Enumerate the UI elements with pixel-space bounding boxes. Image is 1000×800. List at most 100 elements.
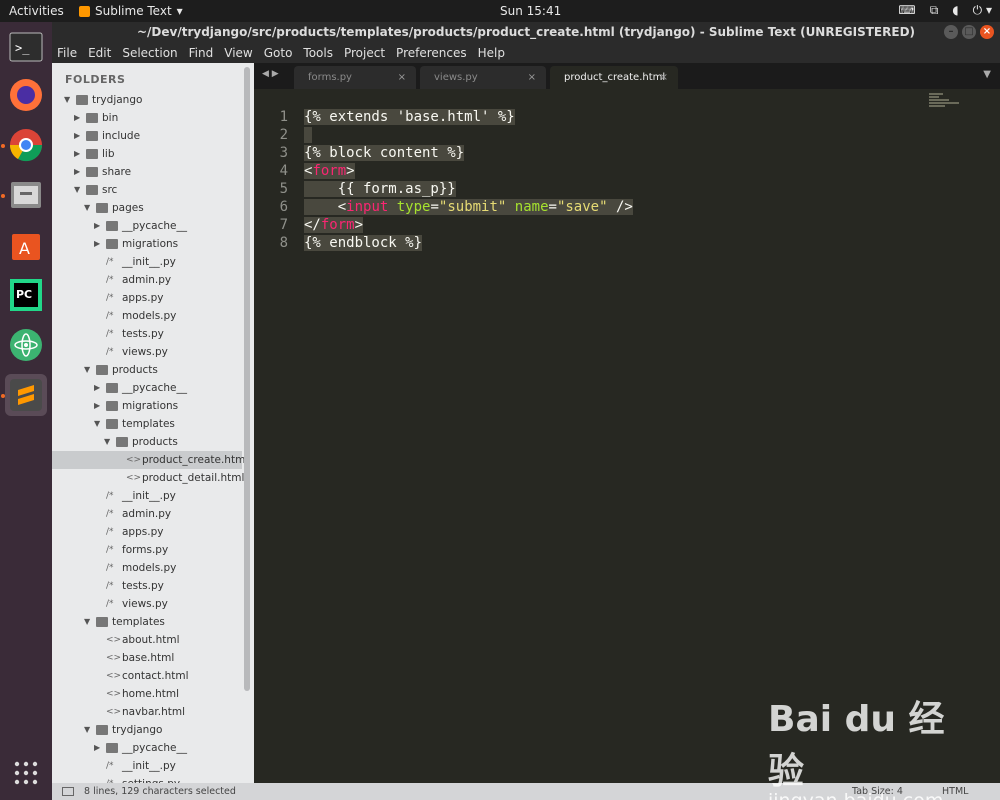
tree-folder[interactable]: ▼ products [52,361,242,379]
chevron-right-icon[interactable]: ▶ [94,397,100,415]
chevron-down-icon[interactable]: ▼ [94,415,100,433]
chevron-right-icon[interactable]: ▶ [94,739,100,757]
tree-folder[interactable]: ▶ share [52,163,242,181]
tree-folder[interactable]: ▼ pages [52,199,242,217]
tree-folder[interactable]: ▶ bin [52,109,242,127]
app-menu[interactable]: Sublime Text ▾ [79,4,183,18]
title-bar[interactable]: ~/Dev/trydjango/src/products/templates/p… [52,22,1000,43]
tree-folder[interactable]: ▶ __pycache__ [52,739,242,757]
tree-file[interactable]: /* views.py [52,343,242,361]
tree-file[interactable]: <> home.html [52,685,242,703]
tree-folder[interactable]: ▶ __pycache__ [52,379,242,397]
terminal-launcher[interactable]: >_ [5,26,47,68]
files-launcher[interactable] [5,174,47,216]
tree-file[interactable]: /* settings.py [52,775,242,783]
code-line[interactable]: <form> [304,163,355,179]
pycharm-launcher[interactable]: PC [5,274,47,316]
panel-toggle-icon[interactable] [62,787,74,796]
menu-help[interactable]: Help [478,43,505,63]
code-line[interactable]: {% block content %} [304,145,465,161]
tree-folder[interactable]: ▼ trydjango [52,91,242,109]
close-tab-icon[interactable]: × [398,66,406,89]
code-line[interactable]: </form> [304,217,364,233]
close-button[interactable]: × [980,25,994,39]
tab-product-create-html[interactable]: product_create.html × [550,66,678,89]
code-line[interactable]: {{ form.as_p}} [304,181,456,197]
atom-launcher[interactable] [5,324,47,366]
chevron-down-icon[interactable]: ▼ [104,433,110,451]
menu-tools[interactable]: Tools [303,43,333,63]
tree-file[interactable]: <> product_detail.html [52,469,244,487]
tree-file[interactable]: /* tests.py [52,325,242,343]
tree-folder[interactable]: ▶ __pycache__ [52,217,242,235]
activities-button[interactable]: Activities [9,4,64,18]
chrome-launcher[interactable] [5,124,47,166]
chevron-right-icon[interactable]: ▶ [94,217,100,235]
menu-selection[interactable]: Selection [122,43,177,63]
tree-folder[interactable]: ▼ templates [52,613,242,631]
chevron-down-icon[interactable]: ▼ [84,199,90,217]
code-line[interactable]: {% extends 'base.html' %} [304,109,515,125]
chevron-down-icon[interactable]: ▼ [74,181,80,199]
chevron-down-icon[interactable]: ▼ [84,361,90,379]
tree-file[interactable]: /* apps.py [52,289,242,307]
tree-folder[interactable]: ▶ lib [52,145,242,163]
menu-goto[interactable]: Goto [264,43,293,63]
tree-file[interactable]: <> navbar.html [52,703,242,721]
network-icon[interactable]: ⧉ [930,3,939,18]
clock[interactable]: Sun 15:41 [500,4,561,18]
chevron-right-icon[interactable]: ▶ [74,109,80,127]
tree-folder[interactable]: ▼ products [52,433,242,451]
tree-file[interactable]: <> contact.html [52,667,242,685]
tree-file[interactable]: /* models.py [52,307,242,325]
sublime-launcher[interactable] [5,374,47,416]
chevron-right-icon[interactable]: ▶ [74,127,80,145]
tree-file[interactable]: /* views.py [52,595,242,613]
close-tab-icon[interactable]: × [660,66,668,89]
tree-file[interactable]: /* __init__.py [52,253,242,271]
tree-file[interactable]: <> base.html [52,649,242,667]
tree-folder[interactable]: ▼ trydjango [52,721,242,739]
chevron-right-icon[interactable]: ▶ [94,379,100,397]
tab-dropdown-icon[interactable]: ▼ [983,69,991,80]
tree-folder[interactable]: ▼ src [52,181,242,199]
code-line[interactable]: {% endblock %} [304,235,423,251]
menu-file[interactable]: File [57,43,77,63]
minimize-button[interactable]: – [944,25,958,39]
software-launcher[interactable]: A [5,224,47,266]
chevron-right-icon[interactable]: ▶ [74,145,80,163]
tree-file[interactable]: /* forms.py [52,541,242,559]
code-editor[interactable]: 1 {% extends 'base.html' %} 2 3 {% block co… [254,89,1000,783]
tree-file[interactable]: /* admin.py [52,505,242,523]
code-line[interactable]: <input type="submit" name="save" /> [304,199,633,215]
tree-folder[interactable]: ▼ templates [52,415,242,433]
menu-find[interactable]: Find [189,43,214,63]
tree-file[interactable]: /* apps.py [52,523,242,541]
menu-preferences[interactable]: Preferences [396,43,467,63]
chevron-right-icon[interactable]: ▶ [74,163,80,181]
tab-nav-arrows-icon[interactable]: ◀ ▶ [262,69,279,79]
chevron-right-icon[interactable]: ▶ [94,235,100,253]
close-tab-icon[interactable]: × [528,66,536,89]
menu-view[interactable]: View [224,43,252,63]
menu-edit[interactable]: Edit [88,43,111,63]
tree-file[interactable]: <> product_create.html [52,451,248,469]
power-icon[interactable]: ⏻ ▾ [973,3,992,18]
menu-project[interactable]: Project [344,43,385,63]
sidebar-scrollbar[interactable] [244,67,250,691]
keyboard-icon[interactable]: ⌨ [898,3,915,18]
chevron-down-icon[interactable]: ▼ [64,91,70,109]
tab-forms-py[interactable]: forms.py × [294,66,416,89]
chevron-down-icon[interactable]: ▼ [84,613,90,631]
code-line[interactable] [304,127,313,143]
tree-file[interactable]: /* tests.py [52,577,242,595]
minimap[interactable] [929,93,969,113]
volume-icon[interactable]: ◖ [952,3,958,18]
maximize-button[interactable]: □ [962,25,976,39]
tree-folder[interactable]: ▶ include [52,127,242,145]
tree-file[interactable]: /* admin.py [52,271,242,289]
tree-folder[interactable]: ▶ migrations [52,397,242,415]
tree-file[interactable]: <> about.html [52,631,242,649]
tab-views-py[interactable]: views.py × [420,66,546,89]
tree-folder[interactable]: ▶ migrations [52,235,242,253]
